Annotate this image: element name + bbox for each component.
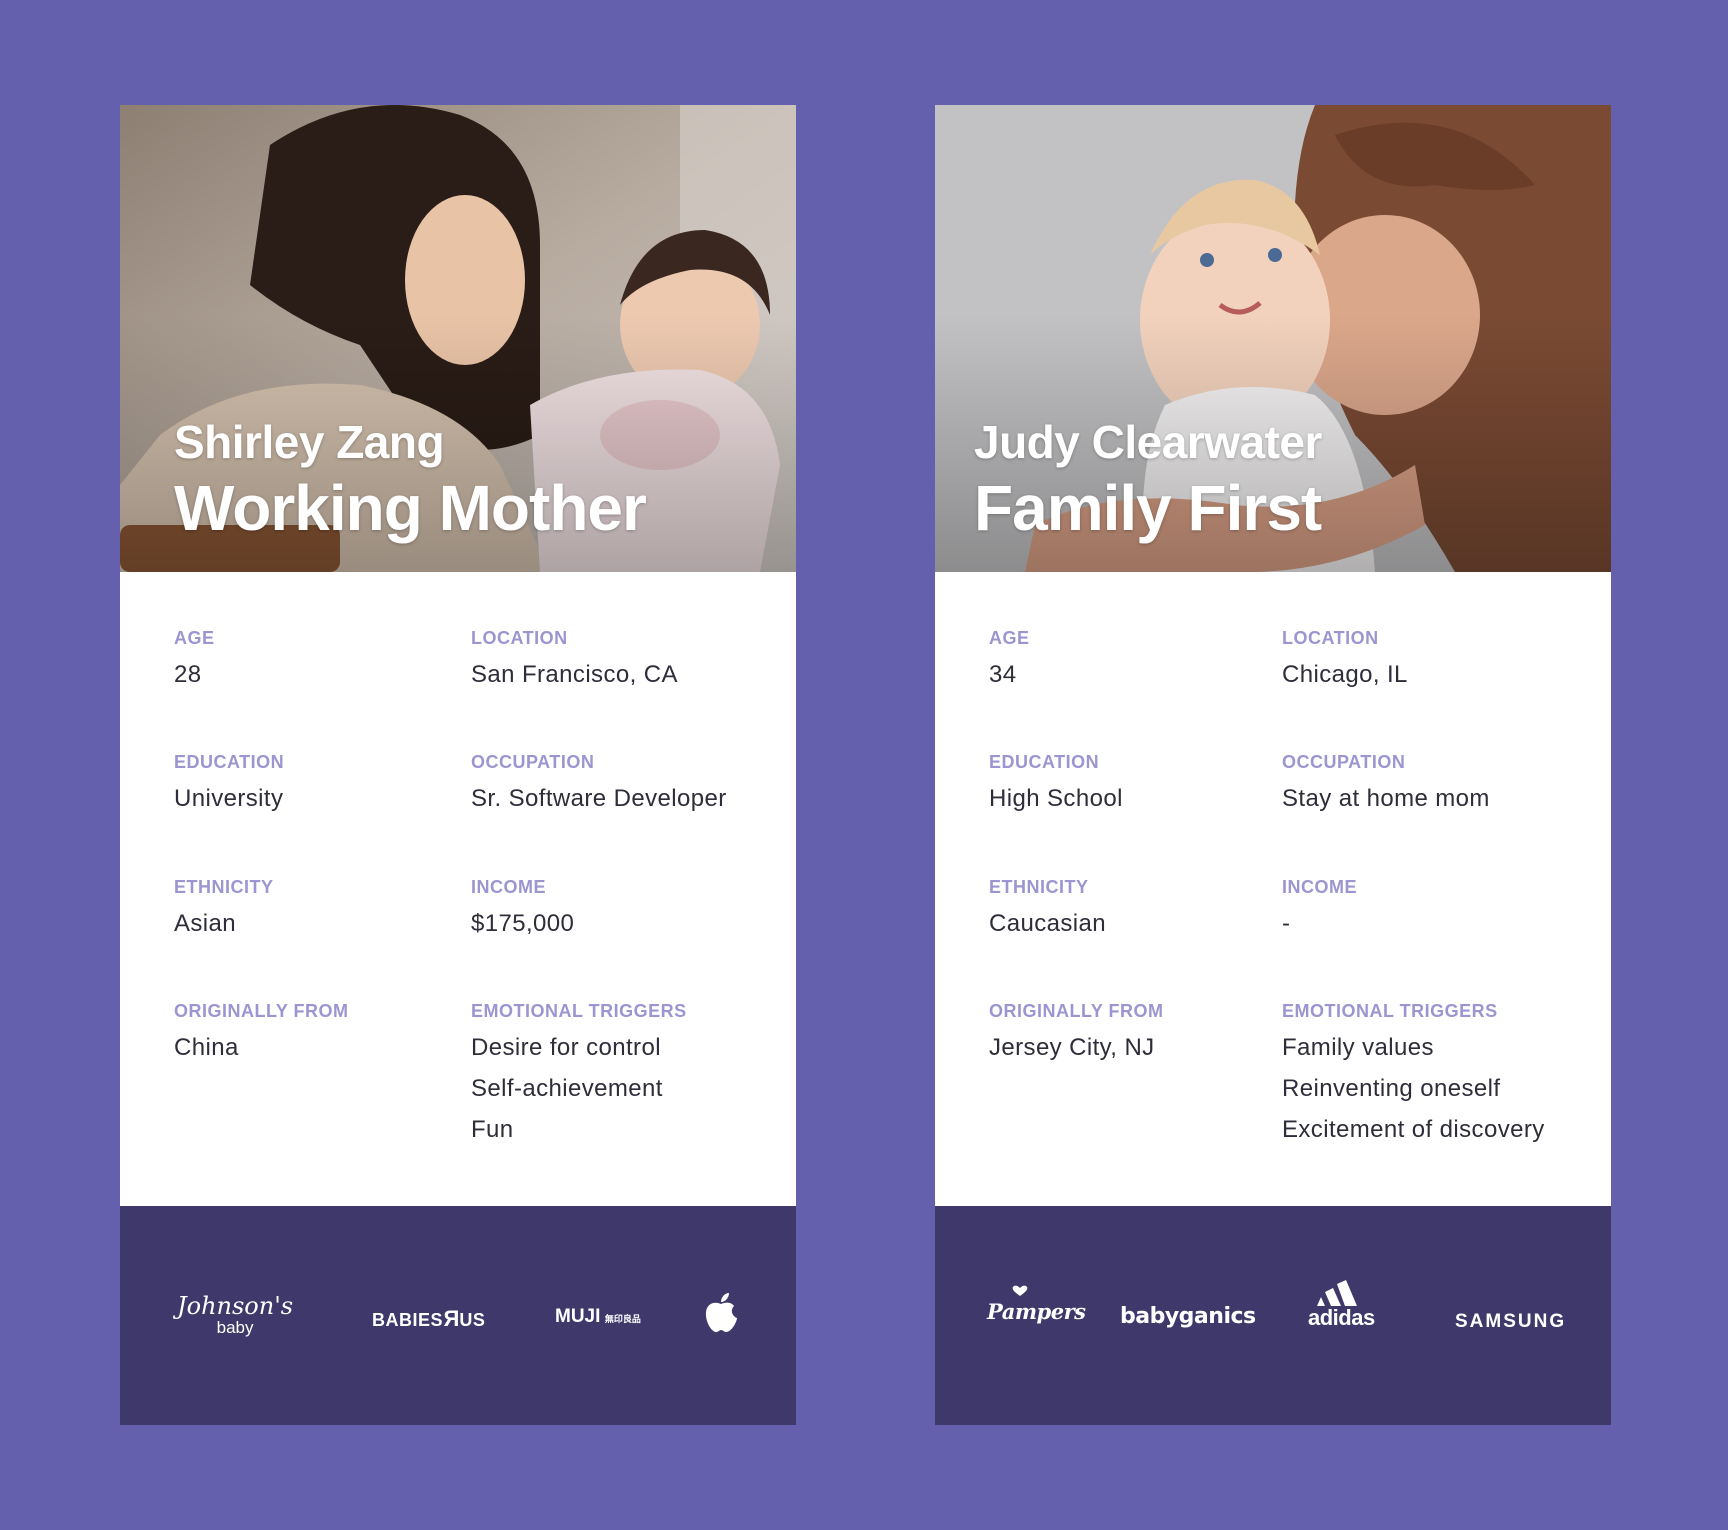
- brand-footer: Pampers babyganics adidas SAMSUNG: [935, 1206, 1611, 1425]
- field-label: ETHNICITY: [174, 877, 274, 897]
- persona-name: Judy Clearwater: [974, 416, 1322, 468]
- brand-wordmark: SAMSUNG: [1455, 1311, 1567, 1332]
- field-age: AGE 34: [989, 627, 1030, 689]
- field-location: LOCATION San Francisco, CA: [471, 627, 678, 689]
- brand-wordmark-tail: US: [459, 1310, 486, 1330]
- field-label: EDUCATION: [989, 752, 1100, 772]
- field-ethnicity: ETHNICITY Asian: [174, 876, 274, 938]
- trigger-item: Excitement of discovery: [1282, 1116, 1545, 1143]
- field-label: AGE: [174, 628, 215, 648]
- field-label: OCCUPATION: [1282, 752, 1406, 772]
- brand-wordmark: Johnson's: [177, 1292, 294, 1320]
- field-occupation: OCCUPATION Sr. Software Developer: [471, 751, 727, 813]
- field-age: AGE 28: [174, 627, 215, 689]
- persona-card-judy: Judy Clearwater Family First AGE 34 LOCA…: [935, 105, 1611, 1425]
- brand-wordmark: MUJI: [555, 1306, 601, 1327]
- persona-name: Shirley Zang: [174, 416, 445, 468]
- persona-hero-photo: Shirley Zang Working Mother: [120, 105, 796, 572]
- trigger-item: Family values: [1282, 1034, 1434, 1061]
- babies-r-us-logo: BABIESRUS: [372, 1306, 485, 1332]
- field-income: INCOME -: [1282, 876, 1357, 938]
- brand-wordmark: babyganics: [1120, 1304, 1256, 1329]
- field-label: ETHNICITY: [989, 877, 1089, 897]
- field-label: INCOME: [471, 877, 546, 897]
- trigger-item: Reinventing oneself: [1282, 1075, 1501, 1102]
- field-label: ORIGINALLY FROM: [174, 1001, 349, 1021]
- field-location: LOCATION Chicago, IL: [1282, 627, 1408, 689]
- field-value: Sr. Software Developer: [471, 785, 727, 812]
- pampers-logo: Pampers: [987, 1285, 1086, 1324]
- heart-icon: [1012, 1285, 1028, 1296]
- brand-subtext: 無印良品: [604, 1314, 641, 1324]
- field-value: 34: [989, 661, 1017, 688]
- field-value: Chicago, IL: [1282, 661, 1408, 688]
- field-value: Jersey City, NJ: [989, 1034, 1155, 1061]
- field-value: Asian: [174, 910, 237, 937]
- field-value: -: [1282, 910, 1291, 937]
- field-label: EDUCATION: [174, 752, 285, 772]
- field-label: INCOME: [1282, 877, 1357, 897]
- field-education: EDUCATION High School: [989, 751, 1123, 813]
- brand-wordmark: adidas: [1308, 1305, 1375, 1330]
- field-emotional-triggers: EMOTIONAL TRIGGERS Desire for control Se…: [471, 1000, 687, 1144]
- trigger-item: Desire for control: [471, 1034, 661, 1061]
- field-emotional-triggers: EMOTIONAL TRIGGERS Family values Reinven…: [1282, 1000, 1545, 1144]
- brand-wordmark: Pampers: [987, 1299, 1086, 1324]
- muji-logo: MUJI 無印良品: [555, 1306, 641, 1328]
- persona-card-shirley: Shirley Zang Working Mother AGE 28 LOCAT…: [120, 105, 796, 1425]
- apple-icon: [703, 1292, 739, 1339]
- field-ethnicity: ETHNICITY Caucasian: [989, 876, 1106, 938]
- field-originally-from: ORIGINALLY FROM China: [174, 1000, 349, 1062]
- field-label: EMOTIONAL TRIGGERS: [471, 1001, 687, 1021]
- field-label: AGE: [989, 628, 1030, 648]
- field-originally-from: ORIGINALLY FROM Jersey City, NJ: [989, 1000, 1164, 1062]
- field-income: INCOME $175,000: [471, 876, 574, 938]
- field-value: $175,000: [471, 910, 575, 937]
- field-value: Stay at home mom: [1282, 785, 1490, 812]
- trigger-item: Fun: [471, 1116, 514, 1143]
- johnsons-baby-logo: Johnson's baby: [177, 1294, 293, 1336]
- field-education: EDUCATION University: [174, 751, 284, 813]
- field-label: EMOTIONAL TRIGGERS: [1282, 1001, 1498, 1021]
- brand-footer: Johnson's baby BABIESRUS MUJI 無印良品: [120, 1206, 796, 1425]
- babyganics-logo: babyganics: [1120, 1304, 1256, 1329]
- brand-mark: R: [443, 1306, 460, 1331]
- field-value: San Francisco, CA: [471, 661, 678, 688]
- field-value: 28: [174, 661, 202, 688]
- field-value: High School: [989, 785, 1123, 812]
- field-value: Caucasian: [989, 910, 1107, 937]
- adidas-logo: adidas: [1308, 1280, 1375, 1329]
- field-value: China: [174, 1034, 239, 1061]
- field-label: OCCUPATION: [471, 752, 595, 772]
- adidas-stripes-icon: [1317, 1280, 1358, 1306]
- brand-wordmark: BABIES: [372, 1310, 444, 1330]
- persona-title: Working Mother: [174, 472, 647, 544]
- field-label: ORIGINALLY FROM: [989, 1001, 1164, 1021]
- persona-title: Family First: [974, 472, 1322, 544]
- field-value: University: [174, 785, 284, 812]
- field-label: LOCATION: [471, 628, 568, 648]
- field-occupation: OCCUPATION Stay at home mom: [1282, 751, 1490, 813]
- samsung-logo: SAMSUNG: [1455, 1311, 1566, 1333]
- trigger-item: Self-achievement: [471, 1075, 663, 1102]
- persona-hero-photo: Judy Clearwater Family First: [935, 105, 1611, 572]
- brand-subtext: baby: [216, 1318, 254, 1337]
- field-label: LOCATION: [1282, 628, 1379, 648]
